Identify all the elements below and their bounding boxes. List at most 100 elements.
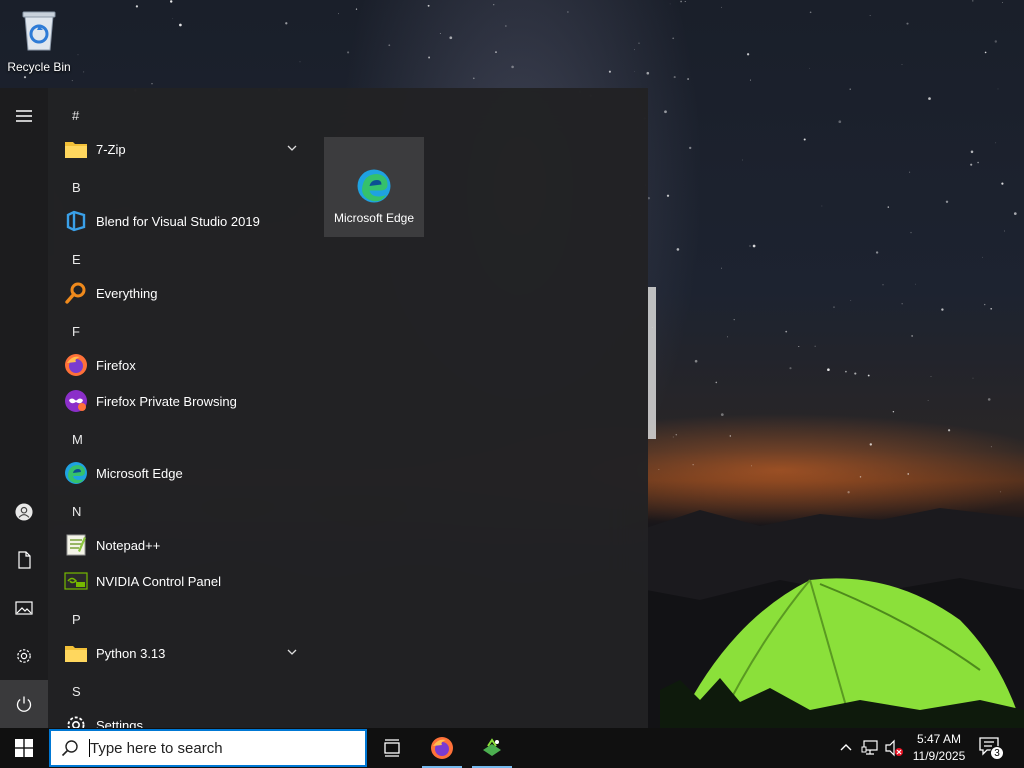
star (945, 200, 949, 204)
group-header-p[interactable]: P (72, 612, 81, 627)
star (675, 434, 677, 436)
star (567, 11, 569, 13)
app-item-edge[interactable]: Microsoft Edge (56, 455, 312, 491)
star (720, 6, 722, 8)
start-menu-scrollbar[interactable] (648, 287, 656, 439)
star (71, 80, 73, 82)
star (906, 22, 909, 25)
app-item-7zip[interactable]: 7-Zip (56, 131, 312, 167)
group-header-s[interactable]: S (72, 684, 81, 699)
firefox-icon (431, 737, 453, 759)
taskbar-app-button[interactable] (468, 728, 516, 768)
task-view-button[interactable] (368, 728, 416, 768)
pictures-button[interactable] (0, 584, 48, 632)
star (854, 372, 857, 375)
power-button[interactable] (0, 680, 48, 728)
star (646, 71, 650, 75)
star (1001, 182, 1004, 185)
group-header-f[interactable]: F (72, 324, 80, 339)
group-header-b[interactable]: B (72, 180, 81, 195)
star (867, 374, 870, 377)
star (850, 300, 852, 301)
star (338, 13, 339, 15)
taskbar-firefox-button[interactable] (418, 728, 466, 768)
star (692, 464, 694, 466)
star (687, 78, 690, 80)
star (990, 307, 993, 310)
firefox-icon (64, 353, 88, 377)
group-header-m[interactable]: M (72, 432, 83, 447)
start-button[interactable] (0, 728, 48, 768)
taskbar: 5:47 AM 11/9/2025 3 (0, 728, 1024, 768)
star (972, 0, 974, 2)
star (669, 3, 671, 5)
star (847, 491, 850, 494)
search-box[interactable] (49, 729, 367, 767)
clock[interactable]: 5:47 AM 11/9/2025 (906, 731, 972, 765)
green-tent (660, 578, 1024, 728)
app-item-firefox-private[interactable]: Firefox Private Browsing (56, 383, 312, 419)
power-icon (16, 696, 32, 712)
star (355, 8, 358, 10)
firefox-private-icon (64, 389, 88, 413)
star (689, 146, 692, 150)
star (151, 83, 153, 85)
app-name: Notepad++ (96, 537, 161, 553)
star (720, 413, 724, 416)
app-name: Python 3.13 (96, 645, 166, 661)
star (882, 284, 884, 286)
star (941, 308, 944, 311)
star (749, 79, 751, 81)
user-icon (15, 503, 33, 521)
star (493, 4, 495, 6)
app-item-blend[interactable]: Blend for Visual Studio 2019 (56, 203, 312, 239)
folder-icon (64, 137, 88, 161)
chevron-down-icon[interactable] (286, 142, 298, 154)
star (694, 359, 698, 363)
action-center-button[interactable]: 3 (978, 736, 1006, 762)
star (676, 248, 680, 251)
volume-button[interactable] (884, 738, 904, 758)
group-header-e[interactable]: E (72, 252, 81, 267)
star (972, 377, 974, 379)
group-header-n[interactable]: N (72, 504, 81, 519)
app-item-settings[interactable]: Settings (56, 707, 312, 728)
star (658, 469, 660, 470)
desktop-icon-recycle-bin[interactable]: Recycle Bin (6, 6, 72, 76)
settings-button[interactable] (0, 632, 48, 680)
app-name: Firefox (96, 357, 136, 373)
chevron-up-icon (840, 744, 852, 751)
star (915, 283, 916, 285)
edge-icon (64, 461, 88, 485)
app-item-notepadpp[interactable]: Notepad++ (56, 527, 312, 563)
show-hidden-icons-button[interactable] (836, 738, 856, 758)
star (911, 335, 913, 337)
star (947, 429, 951, 432)
star (664, 110, 667, 114)
star (987, 398, 991, 401)
star (715, 381, 718, 384)
group-header-hash[interactable]: # (72, 108, 79, 123)
star (827, 368, 830, 372)
documents-button[interactable] (0, 536, 48, 584)
star (928, 97, 931, 100)
start-menu-rail (0, 88, 48, 728)
star (285, 22, 288, 25)
network-button[interactable] (860, 738, 880, 758)
app-item-python[interactable]: Python 3.13 (56, 635, 312, 671)
chevron-down-icon[interactable] (286, 646, 298, 658)
star (727, 336, 728, 338)
star (449, 36, 453, 40)
star (803, 138, 806, 141)
expand-menu-button[interactable] (0, 92, 48, 140)
star (672, 37, 675, 40)
search-input[interactable] (90, 739, 350, 757)
app-item-nvidia[interactable]: NVIDIA Control Panel (56, 563, 312, 599)
user-account-button[interactable] (0, 488, 48, 536)
star (1013, 212, 1017, 215)
star (495, 51, 497, 53)
tile-microsoft-edge[interactable]: Microsoft Edge (324, 137, 424, 237)
app-item-everything[interactable]: Everything (56, 275, 312, 311)
star (752, 244, 756, 248)
app-item-firefox[interactable]: Firefox (56, 347, 312, 383)
